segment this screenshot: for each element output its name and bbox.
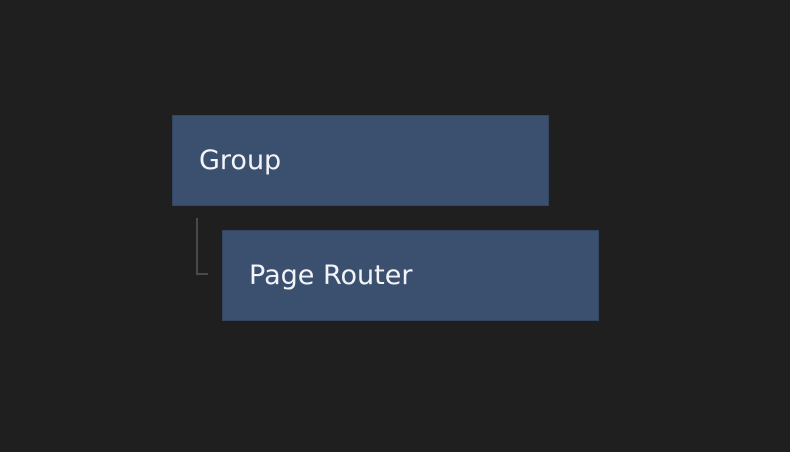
tree-node-label: Group [199, 145, 282, 176]
tree-connector-line [196, 218, 208, 275]
tree-node-label: Page Router [249, 260, 413, 291]
component-tree: Group Page Router [0, 0, 790, 452]
tree-node-group[interactable]: Group [172, 115, 549, 206]
tree-node-page-router[interactable]: Page Router [222, 230, 599, 321]
